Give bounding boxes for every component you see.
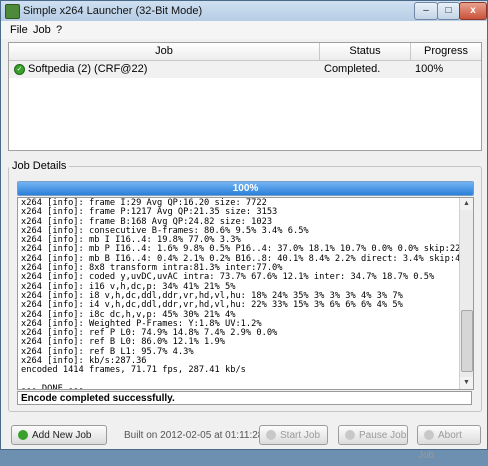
menu-bar: File Job ? — [1, 21, 487, 39]
status-line: Encode completed successfully. — [17, 391, 472, 405]
pause-job-button[interactable]: Pause Job — [338, 425, 408, 445]
app-icon — [5, 4, 20, 19]
column-header-progress[interactable]: Progress — [411, 43, 481, 61]
abort-job-button[interactable]: Abort Job — [417, 425, 481, 461]
play-icon — [266, 429, 276, 440]
build-info: Built on 2012-02-05 at 01:11:28 — [124, 430, 264, 441]
job-table[interactable]: Job Status Progress ✓ Softpedia (2) (CRF… — [8, 42, 482, 151]
menu-help[interactable]: ? — [56, 24, 62, 36]
add-new-job-label: Add New Job — [32, 430, 92, 441]
job-status-cell: Completed. — [324, 63, 381, 75]
log-text: x264 [info]: frame I:29 Avg QP:16.20 siz… — [21, 198, 459, 390]
pause-job-label: Pause Job — [359, 430, 407, 441]
start-job-label: Start Job — [280, 430, 321, 441]
start-job-button[interactable]: Start Job — [259, 425, 328, 445]
maximize-button[interactable]: □ — [437, 2, 460, 20]
main-window: Simple x264 Launcher (32-Bit Mode) – □ x… — [0, 0, 488, 461]
close-button[interactable]: x — [459, 2, 487, 20]
table-row[interactable]: ✓ Softpedia (2) (CRF@22) Completed. 100% — [9, 61, 481, 78]
job-name-cell: Softpedia (2) (CRF@22) — [28, 63, 148, 75]
scroll-up-arrow-icon[interactable]: ▲ — [460, 198, 473, 210]
job-progress-bar: 100% — [17, 181, 474, 196]
completed-check-icon: ✓ — [14, 64, 25, 75]
pause-icon — [345, 429, 355, 440]
scroll-thumb[interactable] — [461, 310, 473, 372]
log-output[interactable]: x264 [info]: frame I:29 Avg QP:16.20 siz… — [17, 197, 474, 390]
title-bar[interactable]: Simple x264 Launcher (32-Bit Mode) – □ x — [1, 1, 487, 22]
add-new-job-button[interactable]: Add New Job — [11, 425, 107, 445]
minimize-button[interactable]: – — [414, 2, 438, 20]
menu-file[interactable]: File — [10, 24, 28, 36]
log-scrollbar[interactable]: ▲ ▼ — [459, 198, 473, 389]
column-header-job[interactable]: Job — [9, 43, 320, 61]
add-icon — [18, 429, 28, 440]
job-details-label: Job Details — [9, 160, 70, 172]
menu-job[interactable]: Job — [33, 24, 51, 36]
progress-label: 100% — [232, 183, 259, 194]
window-title: Simple x264 Launcher (32-Bit Mode) — [23, 5, 203, 17]
column-header-status[interactable]: Status — [320, 43, 411, 61]
scroll-down-arrow-icon[interactable]: ▼ — [460, 377, 473, 389]
job-progress-cell: 100% — [415, 63, 444, 75]
abort-icon — [424, 429, 434, 440]
